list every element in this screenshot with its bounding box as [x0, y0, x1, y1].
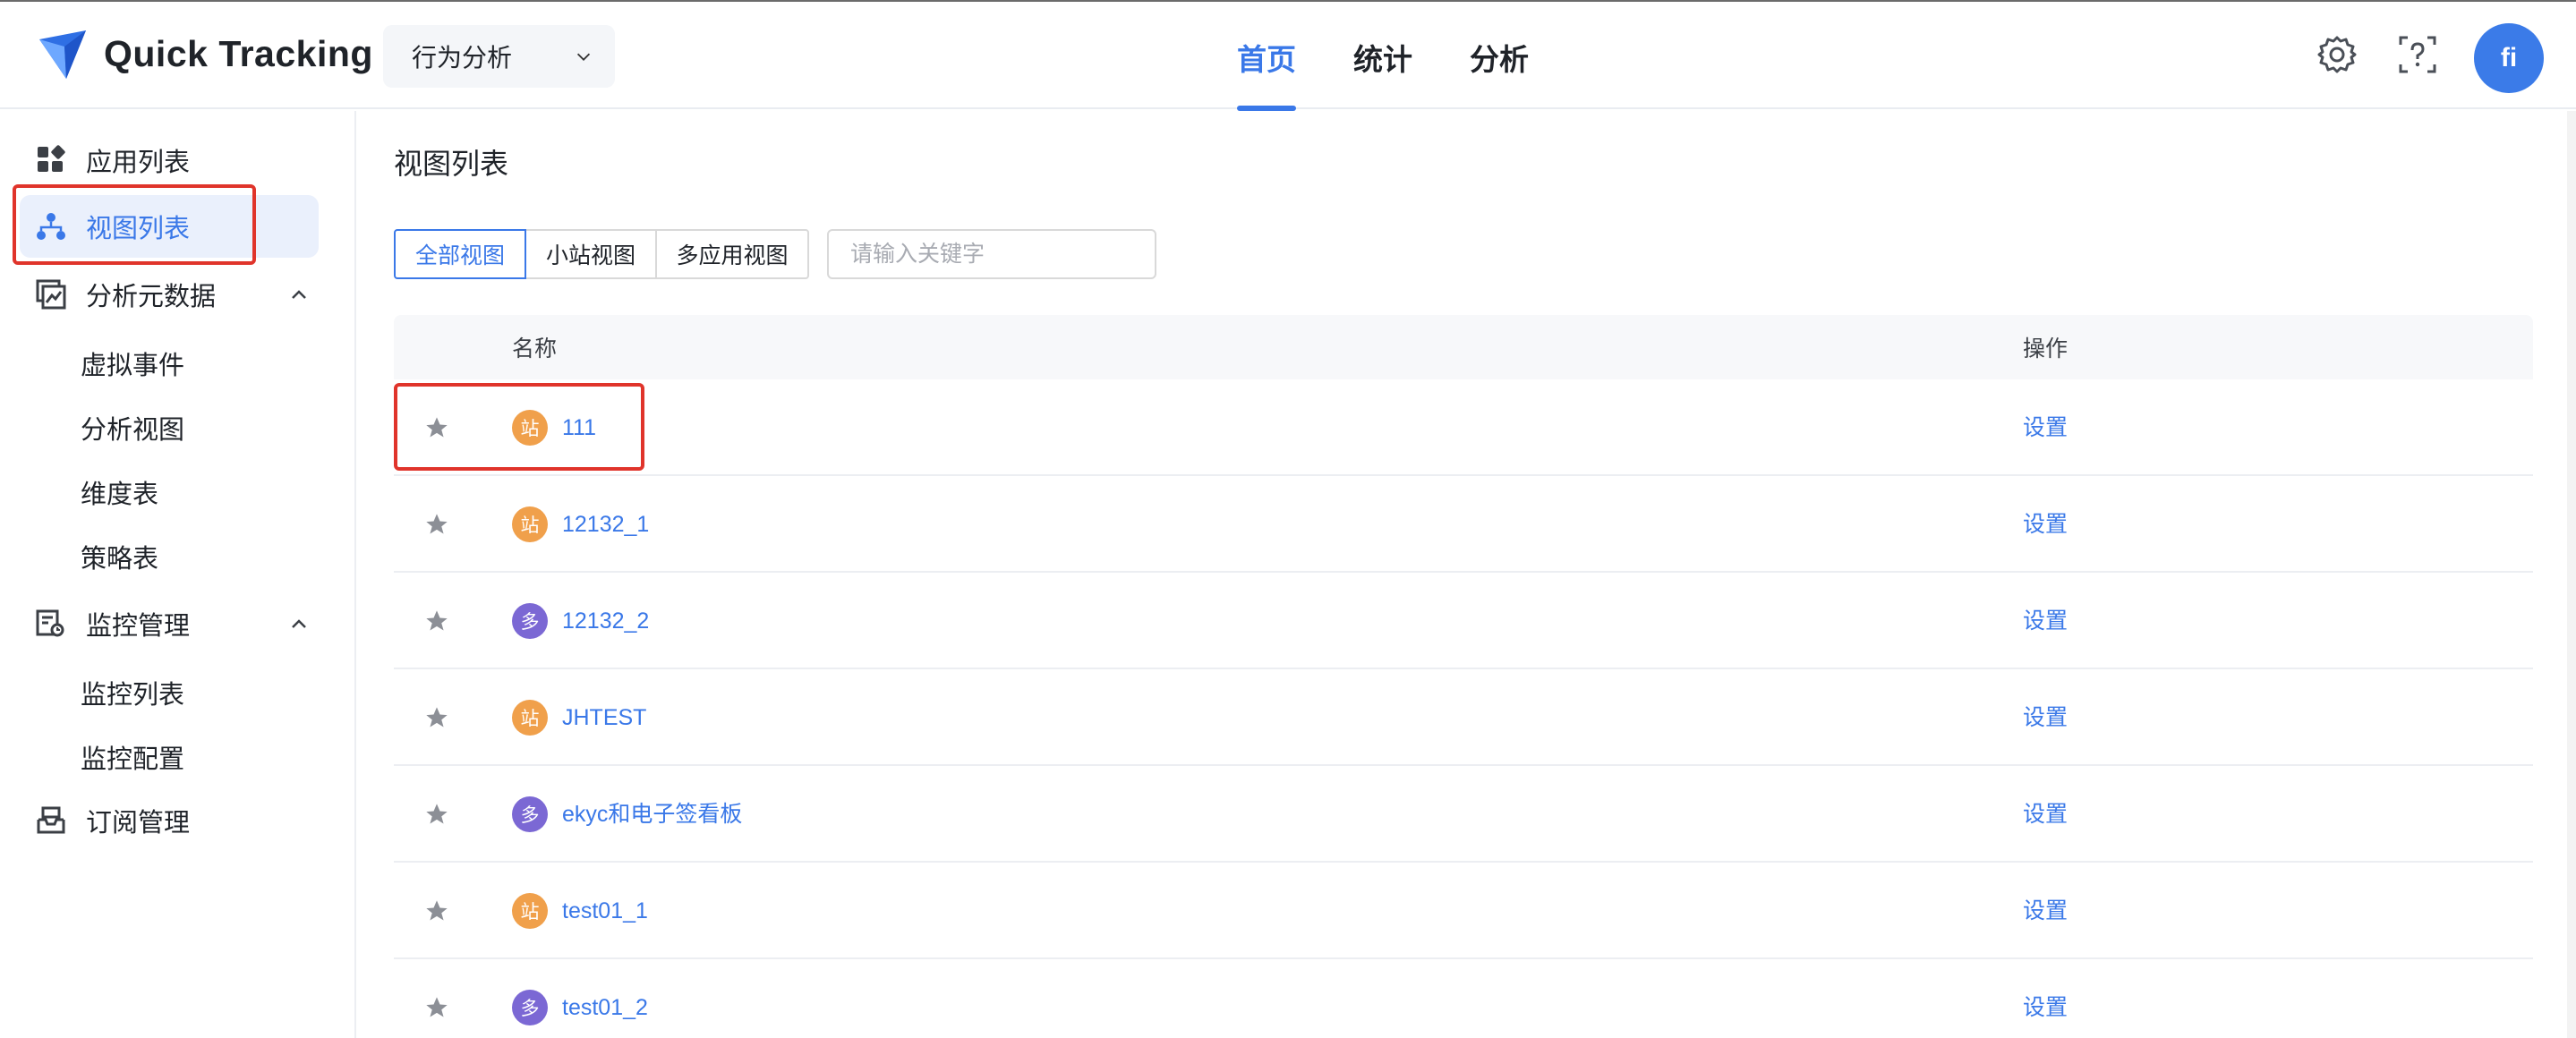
star-icon[interactable]: [424, 705, 449, 730]
sidebar-subitem-analysis-views[interactable]: 分析视图: [81, 403, 184, 453]
column-header-actions: 操作: [2023, 336, 2068, 362]
view-type-badge: 站: [512, 893, 548, 929]
sidebar-item-monitor-management[interactable]: 监控管理: [20, 592, 319, 655]
view-name-link[interactable]: 12132_1: [562, 506, 649, 542]
view-type-badge: 站: [512, 410, 548, 446]
column-header-name: 名称: [512, 336, 558, 362]
nav-tab-analysis[interactable]: 分析: [1470, 4, 1529, 111]
table-row: 站 12132_1 设置: [394, 476, 2533, 573]
view-name-link[interactable]: 12132_2: [562, 603, 649, 639]
view-name-link[interactable]: test01_2: [562, 990, 648, 1025]
quick-tracking-logo-icon[interactable]: [34, 27, 91, 84]
brand-name: Quick Tracking: [104, 33, 373, 74]
table-row: 多 12132_2 设置: [394, 573, 2533, 669]
view-type-badge: 多: [512, 796, 548, 832]
sidebar-subitem-monitor-list[interactable]: 监控列表: [81, 668, 184, 718]
view-type-filter: 全部视图 小站视图 多应用视图: [394, 229, 809, 279]
main-content: 视图列表 全部视图 小站视图 多应用视图 名称 操作 站 111 设置: [358, 111, 2576, 1038]
nav-tab-home[interactable]: 首页: [1237, 4, 1296, 111]
table-row: 多 ekyc和电子签看板 设置: [394, 766, 2533, 863]
star-icon[interactable]: [424, 802, 449, 827]
sidebar-item-app-list[interactable]: 应用列表: [20, 129, 319, 191]
sidebar: 应用列表 视图列表 分析元数据 虚拟事件 分析视图 维度表 策略表 监控管理 监…: [0, 111, 356, 1038]
sidebar-item-view-list[interactable]: 视图列表: [20, 195, 319, 258]
settings-link[interactable]: 设置: [2023, 990, 2068, 1025]
filter-site-views[interactable]: 小站视图: [525, 229, 657, 279]
hierarchy-icon: [37, 213, 65, 240]
filter-all-views[interactable]: 全部视图: [394, 229, 526, 279]
sidebar-item-label: 视图列表: [86, 215, 191, 243]
sidebar-item-label: 监控管理: [86, 612, 191, 641]
apps-grid-icon: [38, 145, 65, 172]
settings-link[interactable]: 设置: [2023, 410, 2068, 446]
filter-multi-app-views[interactable]: 多应用视图: [655, 229, 809, 279]
view-type-badge: 站: [512, 700, 548, 736]
settings-link[interactable]: 设置: [2023, 700, 2068, 736]
star-icon[interactable]: [424, 898, 449, 923]
view-name-link[interactable]: test01_1: [562, 893, 648, 929]
sidebar-item-label: 分析元数据: [86, 283, 217, 311]
search-input[interactable]: [850, 241, 1139, 268]
settings-link[interactable]: 设置: [2023, 506, 2068, 542]
settings-link[interactable]: 设置: [2023, 893, 2068, 929]
nav-tab-statistics[interactable]: 统计: [1353, 4, 1412, 111]
view-type-badge: 多: [512, 603, 548, 639]
view-type-badge: 站: [512, 506, 548, 542]
settings-link[interactable]: 设置: [2023, 603, 2068, 639]
inbox-icon: [37, 806, 65, 834]
settings-link[interactable]: 设置: [2023, 796, 2068, 832]
table-row: 站 JHTEST 设置: [394, 669, 2533, 766]
module-selector[interactable]: 行为分析: [383, 25, 615, 88]
view-name-link[interactable]: ekyc和电子签看板: [562, 796, 742, 832]
chart-icon: [36, 279, 66, 310]
table-row: 多 test01_2 设置: [394, 959, 2533, 1038]
search-box: [827, 229, 1156, 279]
sidebar-item-subscription-management[interactable]: 订阅管理: [20, 789, 319, 852]
chevron-up-icon[interactable]: [288, 614, 310, 635]
star-icon[interactable]: [424, 995, 449, 1020]
view-type-badge: 多: [512, 990, 548, 1025]
sidebar-subitem-monitor-config[interactable]: 监控配置: [81, 732, 184, 782]
table-header: 名称 操作: [394, 315, 2533, 379]
help-icon[interactable]: [2395, 32, 2440, 77]
monitor-icon: [36, 609, 64, 637]
sidebar-item-label: 应用列表: [86, 149, 191, 177]
sidebar-item-label: 订阅管理: [86, 809, 191, 838]
user-avatar[interactable]: fi: [2474, 23, 2544, 93]
view-name-link[interactable]: JHTEST: [562, 700, 646, 736]
chevron-down-icon: [576, 53, 591, 61]
table-row: 站 111 设置: [394, 379, 2533, 476]
sidebar-subitem-virtual-events[interactable]: 虚拟事件: [81, 338, 184, 388]
view-name-link[interactable]: 111: [562, 410, 596, 446]
sidebar-subitem-strategy-table[interactable]: 策略表: [81, 532, 158, 582]
page-scrollbar[interactable]: [2567, 111, 2576, 1038]
star-icon[interactable]: [424, 415, 449, 440]
table-row: 站 test01_1 设置: [394, 863, 2533, 959]
chevron-up-icon[interactable]: [288, 285, 310, 306]
top-header: Quick Tracking 行为分析 首页 统计 分析 fi: [0, 2, 2576, 111]
sidebar-subitem-dimension-table[interactable]: 维度表: [81, 467, 158, 517]
gear-icon[interactable]: [2315, 32, 2359, 77]
app-root: Quick Tracking 行为分析 首页 统计 分析 fi 应用列表 视图列…: [0, 0, 2576, 1038]
sidebar-item-analysis-metadata[interactable]: 分析元数据: [20, 263, 319, 326]
main-nav: 首页 统计 分析: [1237, 4, 1586, 111]
star-icon[interactable]: [424, 608, 449, 634]
view-table: 名称 操作 站 111 设置 站 12132_1 设置 多 12132_2 设置: [394, 315, 2533, 1038]
module-selector-value: 行为分析: [412, 44, 513, 72]
star-icon[interactable]: [424, 512, 449, 537]
page-title: 视图列表: [394, 148, 509, 180]
